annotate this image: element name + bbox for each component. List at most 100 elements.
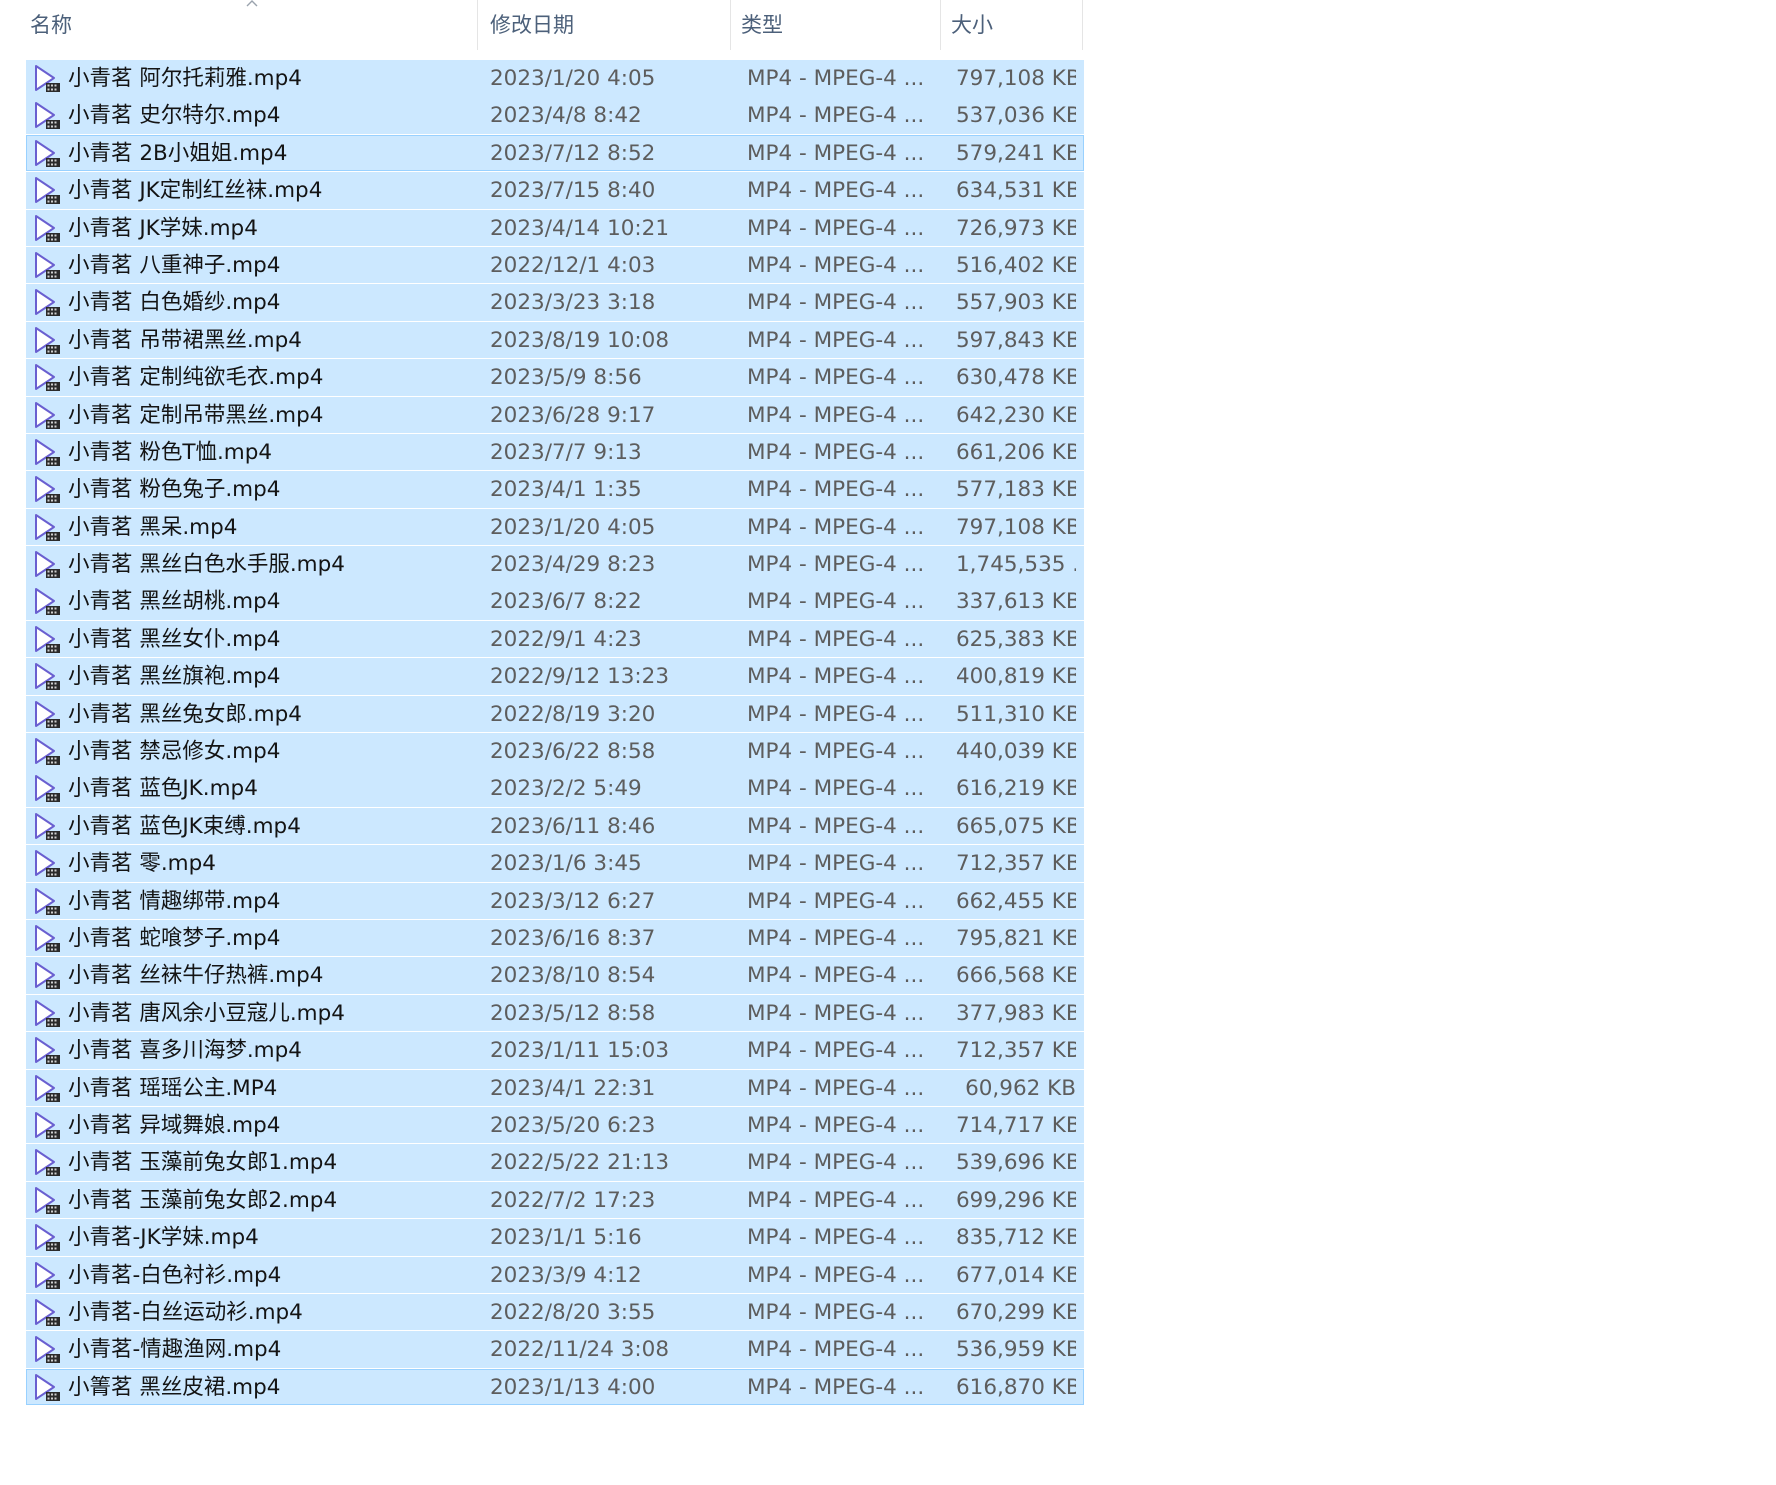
- file-type: MP4 - MPEG-4 ...: [747, 626, 925, 652]
- file-name: 小青茗 黑呆.mp4: [68, 514, 238, 540]
- file-row[interactable]: 小青茗 黑呆.mp4 2023/1/20 4:05 MP4 - MPEG-4 .…: [26, 508, 1084, 546]
- video-file-icon: [32, 1331, 62, 1368]
- file-row[interactable]: 小青茗 情趣绑带.mp4 2023/3/12 6:27 MP4 - MPEG-4…: [26, 882, 1084, 920]
- file-type: MP4 - MPEG-4 ...: [747, 664, 925, 690]
- file-name: 小青茗 禁忌修女.mp4: [68, 739, 281, 765]
- file-type: MP4 - MPEG-4 ...: [747, 701, 925, 727]
- file-name: 小青茗 阿尔托莉雅.mp4: [68, 66, 302, 91]
- video-file-icon: [32, 1369, 62, 1406]
- column-header-date[interactable]: 修改日期: [490, 0, 730, 48]
- file-row[interactable]: 小青茗 蓝色JK.mp4 2023/2/2 5:49 MP4 - MPEG-4 …: [26, 770, 1084, 807]
- file-row[interactable]: 小青茗 零.mp4 2023/1/6 3:45 MP4 - MPEG-4 ...…: [26, 845, 1084, 882]
- file-name: 小青茗 瑶瑶公主.MP4: [68, 1075, 278, 1101]
- file-row[interactable]: 小青茗-白丝运动衫.mp4 2022/8/20 3:55 MP4 - MPEG-…: [26, 1293, 1084, 1331]
- video-file-icon: [32, 1294, 62, 1331]
- file-type: MP4 - MPEG-4 ...: [747, 103, 925, 129]
- column-header-type[interactable]: 类型: [741, 0, 941, 48]
- file-row[interactable]: 小青茗 唐风余小豆寇儿.mp4 2023/5/12 8:58 MP4 - MPE…: [26, 994, 1084, 1032]
- file-name: 小青茗 丝袜牛仔热裤.mp4: [68, 963, 324, 989]
- file-size: 797,108 KB: [956, 514, 1076, 540]
- column-header-size-label: 大小: [951, 13, 993, 37]
- file-row[interactable]: 小青茗-JK学妹.mp4 2023/1/1 5:16 MP4 - MPEG-4 …: [26, 1219, 1084, 1256]
- file-row[interactable]: 小青茗 黑丝女仆.mp4 2022/9/1 4:23 MP4 - MPEG-4 …: [26, 620, 1084, 658]
- column-divider[interactable]: [477, 0, 478, 50]
- file-name: 小青茗 2B小姐姐.mp4: [68, 140, 288, 166]
- file-date-modified: 2023/4/1 22:31: [490, 1075, 656, 1101]
- column-header-size[interactable]: 大小: [951, 0, 1081, 48]
- file-row[interactable]: 小青茗-白色衬衫.mp4 2023/3/9 4:12 MP4 - MPEG-4 …: [26, 1256, 1084, 1294]
- file-row[interactable]: 小箐茗 黑丝皮裙.mp4 2023/1/13 4:00 MP4 - MPEG-4…: [26, 1368, 1084, 1406]
- file-date-modified: 2023/7/12 8:52: [490, 140, 656, 166]
- file-type: MP4 - MPEG-4 ...: [747, 1337, 925, 1363]
- video-file-icon: [32, 471, 62, 508]
- file-row[interactable]: 小青茗 异域舞娘.mp4 2023/5/20 6:23 MP4 - MPEG-4…: [26, 1106, 1084, 1144]
- file-name: 小青茗 JK学妹.mp4: [68, 215, 258, 241]
- file-row[interactable]: 小青茗 JK定制红丝袜.mp4 2023/7/15 8:40 MP4 - MPE…: [26, 172, 1084, 209]
- file-date-modified: 2022/11/24 3:08: [490, 1337, 670, 1363]
- file-date-modified: 2023/1/20 4:05: [490, 66, 656, 91]
- file-row[interactable]: 小青茗 定制吊带黑丝.mp4 2023/6/28 9:17 MP4 - MPEG…: [26, 396, 1084, 434]
- video-file-icon: [32, 621, 62, 658]
- file-row[interactable]: 小青茗 定制纯欲毛衣.mp4 2023/5/9 8:56 MP4 - MPEG-…: [26, 359, 1084, 396]
- file-row[interactable]: 小青茗 黑丝白色水手服.mp4 2023/4/29 8:23 MP4 - MPE…: [26, 546, 1084, 583]
- video-file-icon: [32, 172, 62, 209]
- file-type: MP4 - MPEG-4 ...: [747, 589, 925, 615]
- file-row[interactable]: 小青茗 丝袜牛仔热裤.mp4 2023/8/10 8:54 MP4 - MPEG…: [26, 957, 1084, 994]
- file-row[interactable]: 小青茗 粉色T恤.mp4 2023/7/7 9:13 MP4 - MPEG-4 …: [26, 433, 1084, 471]
- file-name: 小青茗 史尔特尔.mp4: [68, 103, 281, 129]
- file-row[interactable]: 小青茗 蓝色JK束缚.mp4 2023/6/11 8:46 MP4 - MPEG…: [26, 807, 1084, 845]
- file-date-modified: 2023/3/23 3:18: [490, 290, 656, 316]
- file-date-modified: 2022/12/1 4:03: [490, 252, 656, 278]
- video-file-icon: [32, 284, 62, 321]
- file-row[interactable]: 小青茗 喜多川海梦.mp4 2023/1/11 15:03 MP4 - MPEG…: [26, 1032, 1084, 1069]
- file-row[interactable]: 小青茗 史尔特尔.mp4 2023/4/8 8:42 MP4 - MPEG-4 …: [26, 97, 1084, 134]
- column-divider[interactable]: [940, 0, 941, 50]
- file-row[interactable]: 小青茗 吊带裙黑丝.mp4 2023/8/19 10:08 MP4 - MPEG…: [26, 321, 1084, 359]
- video-file-icon: [32, 658, 62, 695]
- file-row[interactable]: 小青茗 黑丝胡桃.mp4 2023/6/7 8:22 MP4 - MPEG-4 …: [26, 583, 1084, 620]
- file-row[interactable]: 小青茗 黑丝旗袍.mp4 2022/9/12 13:23 MP4 - MPEG-…: [26, 658, 1084, 695]
- file-row[interactable]: 小青茗 粉色兔子.mp4 2023/4/1 1:35 MP4 - MPEG-4 …: [26, 471, 1084, 508]
- file-type: MP4 - MPEG-4 ...: [747, 1225, 925, 1251]
- file-date-modified: 2022/7/2 17:23: [490, 1187, 656, 1213]
- column-header-bar: 名称 修改日期 类型 大小: [0, 0, 1092, 52]
- file-row[interactable]: 小青茗 阿尔托莉雅.mp4 2023/1/20 4:05 MP4 - MPEG-…: [26, 60, 1084, 97]
- file-type: MP4 - MPEG-4 ...: [747, 1150, 925, 1176]
- video-file-icon: [32, 920, 62, 957]
- file-row[interactable]: 小青茗 黑丝兔女郎.mp4 2022/8/19 3:20 MP4 - MPEG-…: [26, 695, 1084, 733]
- file-date-modified: 2023/7/7 9:13: [490, 439, 642, 465]
- file-explorer-details-view: 名称 修改日期 类型 大小 小青茗 阿尔托莉雅.mp4 2023/1/20 4:…: [0, 0, 1776, 1485]
- video-file-icon: [32, 1032, 62, 1069]
- file-type: MP4 - MPEG-4 ...: [747, 776, 925, 802]
- file-row[interactable]: 小青茗 玉藻前兔女郎2.mp4 2022/7/2 17:23 MP4 - MPE…: [26, 1181, 1084, 1219]
- column-divider[interactable]: [730, 0, 731, 50]
- file-size: 60,962 KB: [965, 1075, 1076, 1101]
- file-date-modified: 2023/8/19 10:08: [490, 327, 670, 353]
- file-row[interactable]: 小青茗 瑶瑶公主.MP4 2023/4/1 22:31 MP4 - MPEG-4…: [26, 1069, 1084, 1107]
- file-row[interactable]: 小青茗 禁忌修女.mp4 2023/6/22 8:58 MP4 - MPEG-4…: [26, 733, 1084, 770]
- file-row[interactable]: 小青茗 白色婚纱.mp4 2023/3/23 3:18 MP4 - MPEG-4…: [26, 284, 1084, 321]
- file-name: 小青茗 黑丝白色水手服.mp4: [68, 552, 345, 578]
- file-row[interactable]: 小青茗 2B小姐姐.mp4 2023/7/12 8:52 MP4 - MPEG-…: [26, 134, 1084, 172]
- file-type: MP4 - MPEG-4 ...: [747, 1112, 925, 1138]
- file-name: 小青茗 玉藻前兔女郎2.mp4: [68, 1187, 338, 1213]
- video-file-icon: [32, 1257, 62, 1294]
- file-date-modified: 2023/6/11 8:46: [490, 813, 656, 839]
- file-size: 726,973 KB: [956, 215, 1076, 241]
- file-row[interactable]: 小青茗 蛇喰梦子.mp4 2023/6/16 8:37 MP4 - MPEG-4…: [26, 919, 1084, 957]
- file-type: MP4 - MPEG-4 ...: [747, 140, 925, 166]
- file-type: MP4 - MPEG-4 ...: [747, 813, 925, 839]
- file-type: MP4 - MPEG-4 ...: [747, 1374, 925, 1400]
- column-divider[interactable]: [1082, 0, 1083, 50]
- video-file-icon: [32, 509, 62, 546]
- file-date-modified: 2023/8/10 8:54: [490, 963, 656, 989]
- file-row[interactable]: 小青茗-情趣渔网.mp4 2022/11/24 3:08 MP4 - MPEG-…: [26, 1331, 1084, 1368]
- file-row[interactable]: 小青茗 玉藻前兔女郎1.mp4 2022/5/22 21:13 MP4 - MP…: [26, 1144, 1084, 1181]
- file-type: MP4 - MPEG-4 ...: [747, 365, 925, 391]
- file-row[interactable]: 小青茗 八重神子.mp4 2022/12/1 4:03 MP4 - MPEG-4…: [26, 246, 1084, 284]
- file-name: 小青茗 蓝色JK.mp4: [68, 776, 258, 802]
- file-date-modified: 2022/8/20 3:55: [490, 1299, 656, 1325]
- column-header-name-label: 名称: [30, 13, 72, 37]
- file-row[interactable]: 小青茗 JK学妹.mp4 2023/4/14 10:21 MP4 - MPEG-…: [26, 209, 1084, 247]
- video-file-icon: [32, 546, 62, 583]
